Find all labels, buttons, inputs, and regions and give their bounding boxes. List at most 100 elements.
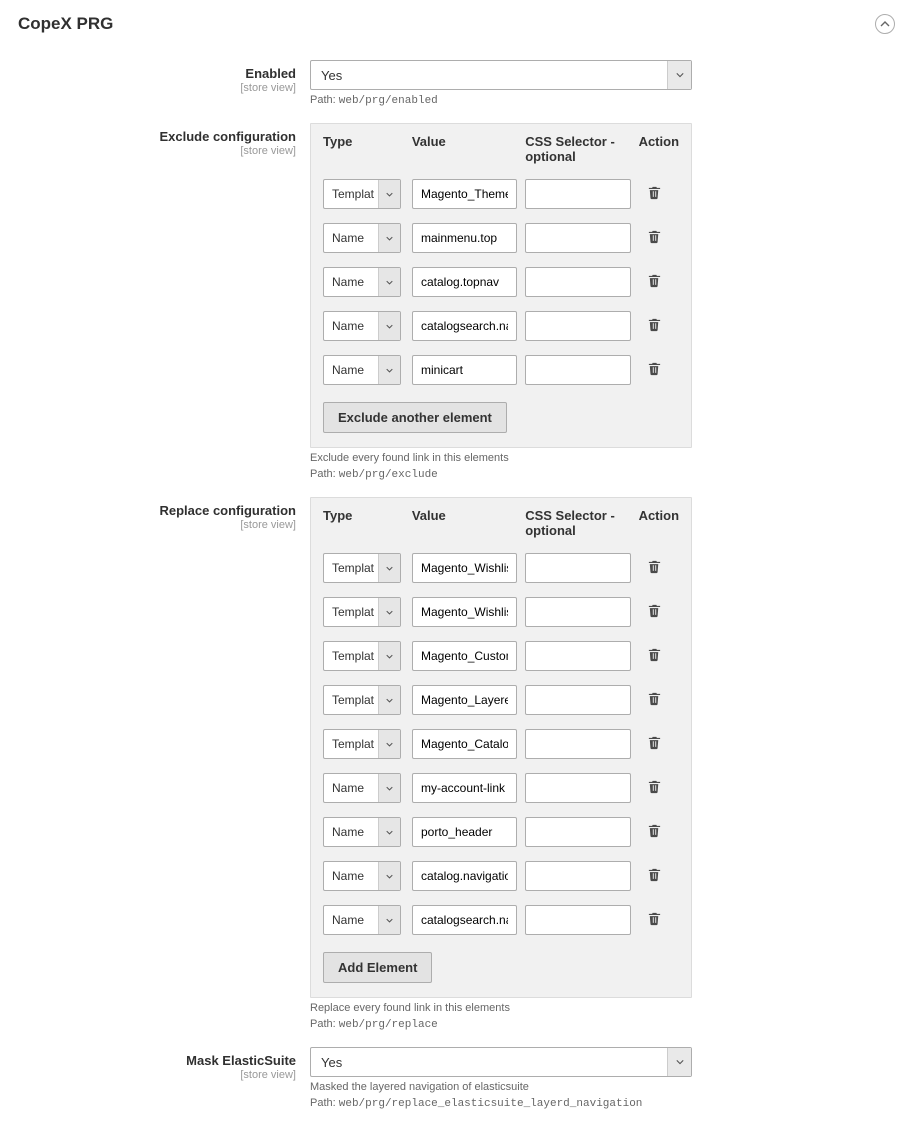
replace-css-input[interactable] <box>525 817 630 847</box>
table-row: Templat <box>311 546 691 590</box>
replace-value-input[interactable] <box>412 553 517 583</box>
replace-value-input[interactable] <box>412 641 517 671</box>
replace-type-select[interactable]: Templat <box>323 597 401 627</box>
chevron-down-icon <box>667 61 691 89</box>
table-row: Name <box>311 854 691 898</box>
replace-type-select[interactable]: Name <box>323 861 401 891</box>
replace-value-input[interactable] <box>412 905 517 935</box>
exclude-css-input[interactable] <box>525 267 630 297</box>
exclude-value-input[interactable] <box>412 267 517 297</box>
exclude-type-select[interactable]: Name <box>323 311 401 341</box>
trash-icon[interactable] <box>647 911 663 927</box>
trash-icon[interactable] <box>647 559 663 575</box>
exclude-hint: Exclude every found link in this element… <box>310 452 692 464</box>
exclude-css-input[interactable] <box>525 179 630 209</box>
chevron-down-icon <box>667 1048 691 1076</box>
table-row: Name <box>311 260 691 304</box>
trash-icon[interactable] <box>647 867 663 883</box>
exclude-value-input[interactable] <box>412 311 517 341</box>
chevron-down-icon <box>378 268 400 296</box>
exclude-value-input[interactable] <box>412 355 517 385</box>
chevron-down-icon <box>378 180 400 208</box>
enabled-label: Enabled <box>18 66 296 81</box>
replace-path: Path: web/prg/replace <box>310 1018 692 1031</box>
trash-icon[interactable] <box>647 647 663 663</box>
trash-icon[interactable] <box>647 823 663 839</box>
mask-label: Mask ElasticSuite <box>18 1053 296 1068</box>
exclude-label: Exclude configuration <box>18 129 296 144</box>
scope-label: [store view] <box>18 519 296 531</box>
exclude-value-input[interactable] <box>412 223 517 253</box>
replace-css-input[interactable] <box>525 729 630 759</box>
chevron-down-icon <box>378 312 400 340</box>
exclude-type-select[interactable]: Name <box>323 355 401 385</box>
replace-type-select[interactable]: Templat <box>323 553 401 583</box>
chevron-down-icon <box>378 818 400 846</box>
table-row: Templat <box>311 634 691 678</box>
chevron-down-icon <box>378 862 400 890</box>
exclude-value-input[interactable] <box>412 179 517 209</box>
trash-icon[interactable] <box>647 229 663 245</box>
scope-label: [store view] <box>18 145 296 157</box>
scope-label: [store view] <box>18 82 296 94</box>
replace-type-select[interactable]: Name <box>323 773 401 803</box>
chevron-up-icon <box>880 17 890 32</box>
exclude-type-select[interactable]: Name <box>323 223 401 253</box>
chevron-down-icon <box>378 224 400 252</box>
replace-type-select[interactable]: Name <box>323 817 401 847</box>
trash-icon[interactable] <box>647 361 663 377</box>
trash-icon[interactable] <box>647 691 663 707</box>
collapse-toggle[interactable] <box>875 14 895 34</box>
exclude-css-input[interactable] <box>525 223 630 253</box>
replace-css-input[interactable] <box>525 597 630 627</box>
replace-css-input[interactable] <box>525 685 630 715</box>
col-header-action: Action <box>639 134 679 164</box>
table-row: Name <box>311 216 691 260</box>
table-row: Templat <box>311 172 691 216</box>
replace-value-input[interactable] <box>412 597 517 627</box>
table-row: Templat <box>311 590 691 634</box>
exclude-grid: Type Value CSS Selector - optional Actio… <box>310 123 692 448</box>
replace-type-select[interactable]: Templat <box>323 685 401 715</box>
chevron-down-icon <box>378 554 400 582</box>
replace-label: Replace configuration <box>18 503 296 518</box>
replace-value-input[interactable] <box>412 773 517 803</box>
replace-add-button[interactable]: Add Element <box>323 952 432 983</box>
replace-type-select[interactable]: Name <box>323 905 401 935</box>
chevron-down-icon <box>378 598 400 626</box>
exclude-add-button[interactable]: Exclude another element <box>323 402 507 433</box>
exclude-css-input[interactable] <box>525 311 630 341</box>
chevron-down-icon <box>378 774 400 802</box>
replace-css-input[interactable] <box>525 641 630 671</box>
replace-value-input[interactable] <box>412 861 517 891</box>
trash-icon[interactable] <box>647 317 663 333</box>
replace-css-input[interactable] <box>525 553 630 583</box>
col-header-type: Type <box>323 134 412 164</box>
table-row: Name <box>311 898 691 942</box>
exclude-path: Path: web/prg/exclude <box>310 468 692 481</box>
trash-icon[interactable] <box>647 273 663 289</box>
table-row: Templat <box>311 678 691 722</box>
table-row: Name <box>311 348 691 392</box>
trash-icon[interactable] <box>647 603 663 619</box>
replace-css-input[interactable] <box>525 905 630 935</box>
replace-type-select[interactable]: Templat <box>323 641 401 671</box>
mask-select[interactable]: Yes <box>310 1047 692 1077</box>
trash-icon[interactable] <box>647 735 663 751</box>
replace-css-input[interactable] <box>525 861 630 891</box>
exclude-type-select[interactable]: Name <box>323 267 401 297</box>
page-title: CopeX PRG <box>18 14 113 34</box>
table-row: Templat <box>311 722 691 766</box>
trash-icon[interactable] <box>647 185 663 201</box>
trash-icon[interactable] <box>647 779 663 795</box>
exclude-css-input[interactable] <box>525 355 630 385</box>
replace-css-input[interactable] <box>525 773 630 803</box>
replace-value-input[interactable] <box>412 817 517 847</box>
replace-value-input[interactable] <box>412 685 517 715</box>
enabled-select[interactable]: Yes <box>310 60 692 90</box>
replace-value-input[interactable] <box>412 729 517 759</box>
col-header-value: Value <box>412 508 525 538</box>
col-header-css: CSS Selector - optional <box>525 134 638 164</box>
replace-type-select[interactable]: Templat <box>323 729 401 759</box>
exclude-type-select[interactable]: Templat <box>323 179 401 209</box>
